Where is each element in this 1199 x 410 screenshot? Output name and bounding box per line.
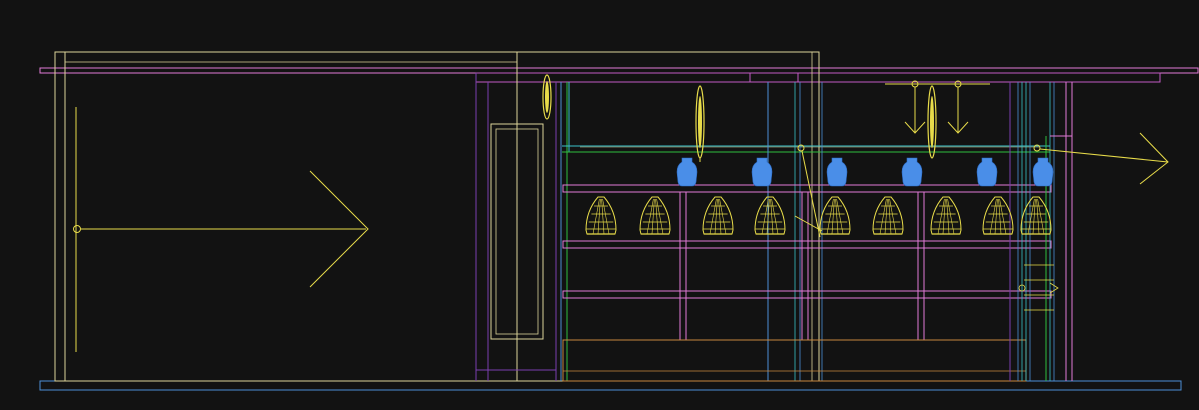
slide-direction-arrow bbox=[73, 107, 369, 352]
wall-sconce bbox=[542, 74, 552, 120]
cad-elevation-drawing bbox=[39, 51, 1199, 391]
pendant-shade bbox=[930, 196, 962, 235]
cabinet-frame bbox=[560, 82, 1050, 381]
vase-row bbox=[676, 157, 1054, 187]
vase bbox=[676, 157, 698, 187]
pendant-shade bbox=[585, 196, 617, 235]
pendant-shade bbox=[754, 196, 786, 235]
pendant-shade bbox=[639, 196, 671, 235]
pendant-light-right bbox=[927, 85, 937, 159]
floor-base bbox=[39, 380, 1182, 391]
pendant-shade bbox=[819, 196, 851, 235]
right-column bbox=[1009, 82, 1073, 381]
ceiling-beam bbox=[39, 67, 1199, 83]
vase bbox=[751, 157, 773, 187]
vase bbox=[976, 157, 998, 187]
base-cabinet bbox=[562, 339, 1027, 382]
pendant-light-left bbox=[695, 85, 705, 162]
pendant-shade bbox=[872, 196, 904, 235]
cabinet-shelves bbox=[562, 184, 1052, 299]
pendant-shade bbox=[982, 196, 1014, 235]
vase bbox=[826, 157, 848, 187]
ceiling-lights bbox=[695, 80, 990, 162]
spotlight-arrows bbox=[885, 80, 990, 134]
vase bbox=[901, 157, 923, 187]
cad-viewport[interactable] bbox=[0, 0, 1199, 410]
wall-column bbox=[475, 73, 557, 381]
pendant-shade bbox=[702, 196, 734, 235]
